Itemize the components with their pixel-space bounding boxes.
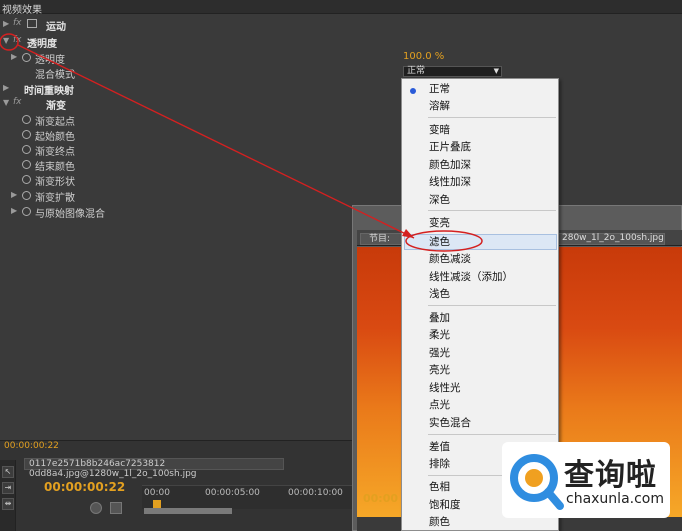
menu-item[interactable]: 色相	[429, 479, 450, 495]
blend-mode-dropdown[interactable]: 正常 ▼	[403, 66, 502, 77]
opacity-value[interactable]: 100.0 %	[403, 51, 444, 62]
effects-timecode: 00:00:00:22	[4, 441, 59, 451]
property-label-start-point: 渐变起点	[35, 117, 75, 128]
ruler-label: 00:00:05:00	[205, 488, 260, 498]
timeline-ruler[interactable]: 00:00 00:00:05:00 00:00:10:00	[142, 485, 362, 509]
property-label-blend-original: 与原始图像混合	[35, 209, 105, 220]
fx-icon[interactable]: fx	[13, 35, 22, 45]
stopwatch-icon[interactable]	[22, 145, 31, 154]
property-label-start-color: 起始颜色	[35, 132, 75, 143]
effect-label-motion: 运动	[46, 22, 66, 33]
stopwatch-icon[interactable]	[22, 191, 31, 200]
stopwatch-icon[interactable]	[22, 207, 31, 216]
menu-item[interactable]: 变暗	[429, 122, 450, 138]
monitor-tab-file: 280w_1l_2o_100sh.jpg	[562, 233, 664, 243]
property-label-end-point: 渐变终点	[35, 147, 75, 158]
timeline-timecode[interactable]: 00:00:00:22	[44, 480, 125, 494]
property-label-blend-mode: 混合模式	[35, 70, 75, 81]
menu-item[interactable]: 浅色	[429, 286, 450, 302]
stopwatch-icon[interactable]	[22, 115, 31, 124]
stopwatch-icon[interactable]	[22, 130, 31, 139]
radio-selected-icon	[402, 81, 426, 97]
menu-item[interactable]: 排除	[429, 456, 450, 472]
tools-column: ↖ ⇥ ⇹	[0, 460, 16, 531]
menu-item[interactable]: 线性加深	[429, 174, 471, 190]
panel-title: 视频效果	[2, 5, 42, 16]
track-select-tool-icon[interactable]: ⇥	[2, 482, 14, 494]
marker-icon[interactable]	[110, 502, 122, 514]
menu-item[interactable]: 线性减淡（添加）	[429, 269, 513, 285]
menu-item[interactable]: 深色	[429, 192, 450, 208]
monitor-timecode[interactable]: 00:00	[363, 492, 398, 505]
monitor-tab-label: 节目:	[369, 234, 391, 244]
blend-mode-value: 正常	[407, 66, 426, 76]
magnifier-logo-icon	[510, 454, 564, 510]
watermark-text-cn: 查询啦	[564, 458, 657, 493]
effect-label-opacity-group: 透明度	[27, 39, 57, 50]
effect-label-gradient: 渐变	[46, 101, 66, 112]
menu-item[interactable]: 颜色	[429, 514, 450, 530]
ruler-label: 00:00:10:00	[288, 488, 343, 498]
menu-item[interactable]: 溶解	[429, 98, 450, 114]
menu-item[interactable]: 差值	[429, 439, 450, 455]
menu-item-highlighted[interactable]: 滤色	[429, 234, 450, 250]
effects-panel-header: 视频效果	[0, 0, 682, 16]
menu-separator	[428, 117, 556, 118]
expand-triangle-icon[interactable]: ▶	[11, 206, 17, 215]
menu-separator	[428, 305, 556, 306]
property-label-scatter: 渐变扩散	[35, 193, 75, 204]
expand-triangle-icon[interactable]: ▶	[3, 19, 9, 28]
menu-item[interactable]: 实色混合	[429, 415, 471, 431]
property-label-opacity: 透明度	[35, 55, 65, 66]
snap-icon[interactable]	[90, 502, 102, 514]
menu-item[interactable]: 正片叠底	[429, 139, 471, 155]
property-label-end-color: 结束颜色	[35, 162, 75, 173]
menu-item[interactable]: 强光	[429, 345, 450, 361]
menu-item[interactable]: 颜色加深	[429, 157, 471, 173]
playhead-icon[interactable]	[153, 500, 161, 508]
expand-triangle-icon[interactable]: ▶	[3, 83, 9, 92]
collapse-triangle-icon[interactable]: ▼	[3, 98, 9, 107]
fx-icon[interactable]: fx	[13, 97, 22, 107]
fx-icon[interactable]: fx	[13, 18, 22, 28]
stopwatch-icon[interactable]	[22, 53, 31, 62]
stopwatch-icon[interactable]	[22, 175, 31, 184]
property-label-shape: 渐变形状	[35, 177, 75, 188]
work-area-bar[interactable]	[144, 508, 232, 514]
menu-item[interactable]: 点光	[429, 397, 450, 413]
sequence-tab[interactable]: 0117e2571b8b246ac7253812 0dd8a4.jpg@1280…	[24, 458, 284, 479]
menu-item[interactable]: 柔光	[429, 327, 450, 343]
menu-item[interactable]: 颜色减淡	[429, 251, 471, 267]
expand-triangle-icon[interactable]: ▶	[11, 190, 17, 199]
menu-item[interactable]: 饱和度	[429, 497, 461, 513]
menu-item[interactable]: 亮光	[429, 362, 450, 378]
expand-triangle-icon[interactable]: ▶	[11, 52, 17, 61]
collapse-triangle-icon[interactable]: ▼	[3, 36, 9, 45]
stopwatch-icon[interactable]	[22, 160, 31, 169]
watermark-text-en: chaxunla.com	[566, 491, 664, 507]
menu-item[interactable]: 变亮	[429, 215, 450, 231]
effect-label-time-remap: 时间重映射	[24, 86, 74, 97]
chevron-down-icon: ▼	[493, 67, 499, 75]
menu-separator	[428, 210, 556, 211]
motion-icon	[27, 19, 37, 28]
selection-tool-icon[interactable]: ↖	[2, 466, 14, 478]
menu-separator	[428, 434, 556, 435]
menu-item[interactable]: 正常	[429, 81, 450, 97]
ripple-edit-tool-icon[interactable]: ⇹	[2, 498, 14, 510]
menu-item[interactable]: 叠加	[429, 310, 450, 326]
ruler-label: 00:00	[144, 488, 170, 498]
menu-item[interactable]: 线性光	[429, 380, 461, 396]
menu-item-highlight	[404, 234, 557, 250]
